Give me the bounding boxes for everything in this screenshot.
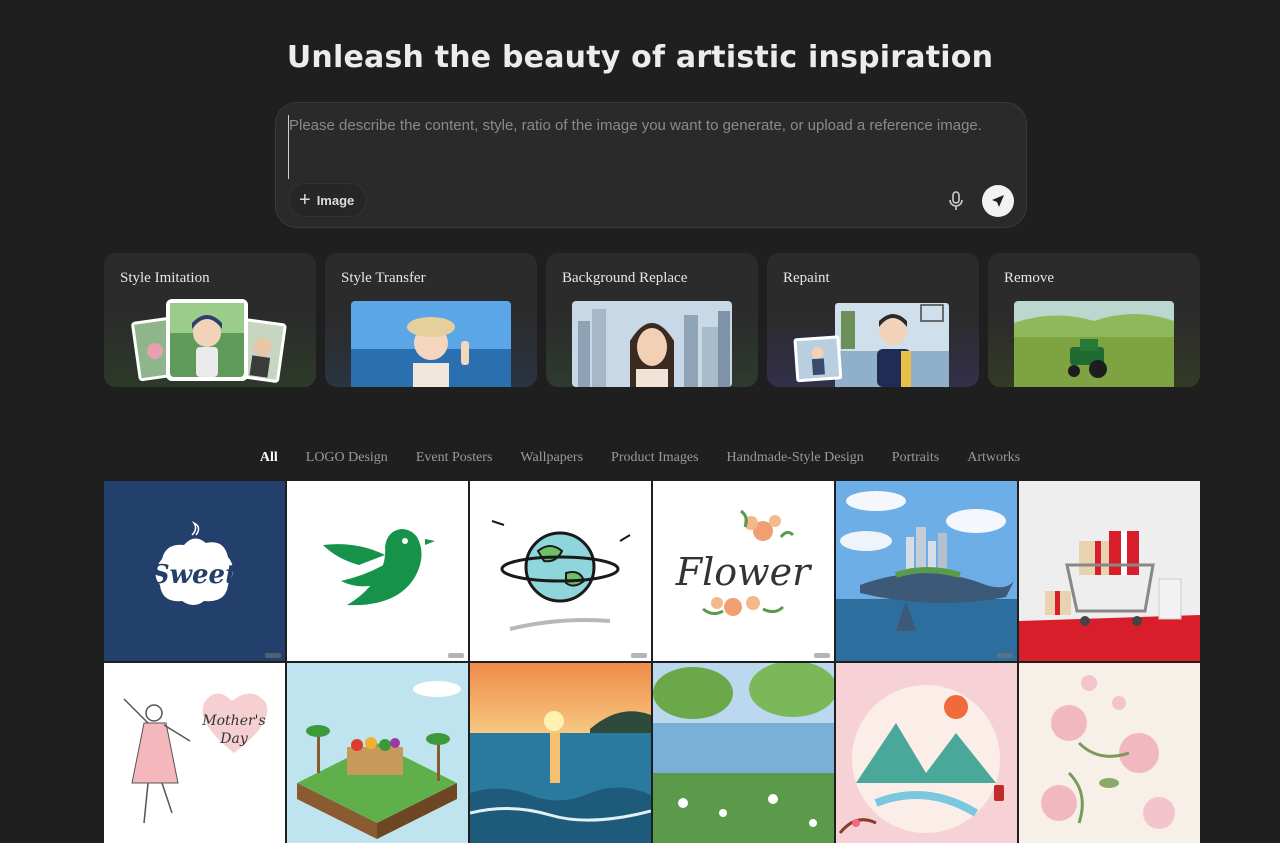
bird-logo-image: [287, 481, 468, 661]
gallery-item-sunset-sea[interactable]: [470, 663, 651, 843]
sweet-logo-text: Sweet: [151, 560, 237, 590]
lily-pond-image: [653, 663, 834, 843]
filter-handmade-style-design[interactable]: Handmade-Style Design: [727, 450, 864, 466]
send-icon: [992, 195, 1004, 207]
gallery-item-flower-logo[interactable]: Flower: [653, 481, 834, 661]
mountain-circle-image: [836, 663, 1017, 843]
filter-event-posters[interactable]: Event Posters: [416, 450, 493, 466]
gallery-item-sweet-logo[interactable]: Sweet: [104, 481, 285, 661]
flower-logo-text: Flower: [675, 550, 813, 594]
tool-label: Repaint: [783, 270, 830, 286]
filter-logo-design[interactable]: LOGO Design: [306, 450, 388, 466]
prompt-box: + Image: [275, 102, 1027, 228]
remove-thumbnail: [1014, 301, 1174, 387]
mothers-day-text-1: Mother's: [201, 713, 265, 729]
whale-city-image: [836, 481, 1017, 661]
flower-logo-image: Flower: [653, 481, 834, 661]
mothers-day-text-2: Day: [219, 731, 249, 747]
tool-cards: Style Imitation Style Transfer Backgroun…: [104, 253, 1200, 387]
gallery-item-mountain-circle[interactable]: [836, 663, 1017, 843]
tool-label: Style Imitation: [120, 270, 210, 286]
filter-product-images[interactable]: Product Images: [611, 450, 698, 466]
add-image-button[interactable]: + Image: [288, 183, 368, 217]
gallery-item-gift-cart[interactable]: [1019, 481, 1200, 661]
gallery-item-bird-logo[interactable]: [287, 481, 468, 661]
gallery-item-roses[interactable]: [1019, 663, 1200, 843]
style-transfer-thumbnail: [351, 301, 511, 387]
filter-all[interactable]: All: [260, 450, 278, 466]
gallery-item-mothers-day[interactable]: Mother's Day: [104, 663, 285, 843]
planet-logo-image: [470, 481, 651, 661]
gift-cart-image: [1019, 481, 1200, 661]
tool-repaint[interactable]: Repaint: [767, 253, 979, 387]
filter-wallpapers[interactable]: Wallpapers: [520, 450, 583, 466]
background-replace-thumbnail: [572, 301, 732, 387]
tool-style-imitation[interactable]: Style Imitation: [104, 253, 316, 387]
gallery-item-whale-city[interactable]: [836, 481, 1017, 661]
filter-artworks[interactable]: Artworks: [967, 450, 1020, 466]
gallery-item-veggie-island[interactable]: [287, 663, 468, 843]
mothers-day-image: Mother's Day: [104, 663, 285, 843]
tool-remove[interactable]: Remove: [988, 253, 1200, 387]
sunset-sea-image: [470, 663, 651, 843]
tool-label: Remove: [1004, 270, 1054, 286]
page-title: Unleash the beauty of artistic inspirati…: [286, 40, 994, 75]
category-filters: All LOGO Design Event Posters Wallpapers…: [0, 450, 1280, 466]
tool-label: Background Replace: [562, 270, 688, 286]
plus-icon: +: [299, 189, 311, 211]
microphone-icon[interactable]: [944, 189, 968, 213]
watermark-badge: [997, 653, 1013, 658]
sweet-logo-image: Sweet: [104, 481, 285, 661]
watermark-badge: [814, 653, 830, 658]
gallery-item-planet-logo[interactable]: [470, 481, 651, 661]
filter-portraits[interactable]: Portraits: [892, 450, 939, 466]
repaint-thumbnail: [793, 303, 949, 387]
image-gallery: Sweet Flower Mother's Day: [104, 481, 1200, 843]
tool-style-transfer[interactable]: Style Transfer: [325, 253, 537, 387]
watermark-badge: [448, 653, 464, 658]
prompt-input[interactable]: [288, 115, 1019, 179]
tool-background-replace[interactable]: Background Replace: [546, 253, 758, 387]
veggie-island-image: [287, 663, 468, 843]
tool-label: Style Transfer: [341, 270, 426, 286]
roses-image: [1019, 663, 1200, 843]
add-image-label: Image: [316, 192, 355, 208]
gallery-item-lily-pond[interactable]: [653, 663, 834, 843]
style-imitation-thumbnail: [131, 299, 287, 383]
watermark-badge: [631, 653, 647, 658]
send-button[interactable]: [982, 185, 1014, 217]
watermark-badge: [265, 653, 281, 658]
